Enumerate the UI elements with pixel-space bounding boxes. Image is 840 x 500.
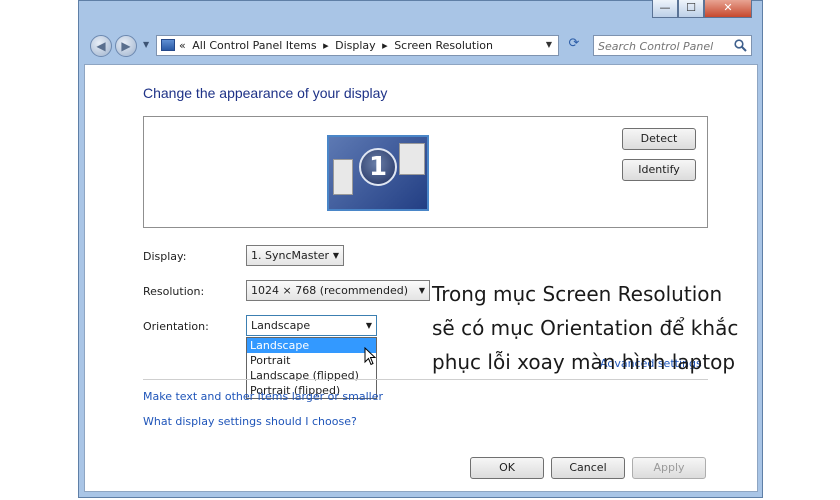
search-box[interactable] [593,35,752,56]
minimize-icon: — [659,1,671,14]
minimize-button[interactable]: — [652,0,678,18]
address-bar[interactable]: « All Control Panel Items ▸ Display ▸ Sc… [156,35,559,56]
back-button[interactable]: ◀ [90,35,112,57]
close-icon: ✕ [723,1,733,14]
breadcrumb-separator[interactable]: ▸ [382,39,388,52]
monitor-number-badge: 1 [359,148,397,186]
detect-button[interactable]: Detect [622,128,696,150]
monitor-preview-panel: 1 Detect Identify [143,116,708,228]
search-input[interactable] [596,38,730,54]
caption-line: Trong mục Screen Resolution [432,282,723,306]
address-dropdown-icon[interactable]: ▼ [546,40,552,49]
resolution-select[interactable]: 1024 × 768 (recommended) ▼ [246,280,430,301]
apply-button[interactable]: Apply [632,457,706,479]
breadcrumb-item-all-items[interactable]: All Control Panel Items [192,39,316,52]
back-arrow-icon: ◀ [96,39,106,53]
ok-button[interactable]: OK [470,457,544,479]
cancel-button[interactable]: Cancel [551,457,625,479]
breadcrumb-item-display[interactable]: Display [335,39,376,52]
maximize-button[interactable]: ☐ [678,0,704,18]
display-select-value: 1. SyncMaster [251,249,330,262]
maximize-icon: ☐ [686,1,696,14]
recent-pages-icon[interactable]: ▼ [143,40,149,49]
identify-button[interactable]: Identify [622,159,696,181]
dropdown-arrow-icon: ▼ [418,286,425,295]
forward-arrow-icon: ▶ [121,39,131,53]
window-thumbnail-left [333,159,353,195]
breadcrumb: « All Control Panel Items ▸ Display ▸ Sc… [179,39,496,52]
display-settings-help-link[interactable]: What display settings should I choose? [143,415,357,428]
orientation-option-landscape-flipped[interactable]: Landscape (flipped) [247,368,376,383]
breadcrumb-overflow[interactable]: « [179,39,186,52]
dropdown-arrow-icon: ▼ [365,321,372,330]
resolution-label: Resolution: [143,285,205,298]
mouse-pointer-icon [364,347,377,366]
dropdown-arrow-icon: ▼ [332,251,339,260]
forward-button[interactable]: ▶ [115,35,137,57]
search-icon[interactable] [734,39,747,52]
caption-line: phục lỗi xoay màn hình laptop [432,350,736,374]
orientation-select-value: Landscape [251,319,311,332]
window-thumbnail-right [399,143,425,175]
orientation-select[interactable]: Landscape ▼ [246,315,377,336]
caption-line: sẽ có mục Orientation để khắc [432,316,739,340]
orientation-option-portrait[interactable]: Portrait [247,353,376,368]
display-label: Display: [143,250,187,263]
resolution-select-value: 1024 × 768 (recommended) [251,284,409,297]
page-title: Change the appearance of your display [143,85,388,101]
breadcrumb-item-screen-resolution[interactable]: Screen Resolution [394,39,493,52]
divider [143,379,708,380]
refresh-icon[interactable]: ⟳ [564,36,584,55]
monitor-thumbnail[interactable]: 1 [327,135,429,211]
control-panel-icon [161,39,175,51]
overlay-caption: Trong mục Screen Resolution sẽ có mục Or… [432,277,762,379]
orientation-option-landscape[interactable]: Landscape [247,338,376,353]
display-select[interactable]: 1. SyncMaster ▼ [246,245,344,266]
breadcrumb-separator[interactable]: ▸ [323,39,329,52]
close-button[interactable]: ✕ [704,0,752,18]
make-text-larger-link[interactable]: Make text and other items larger or smal… [143,390,383,403]
orientation-label: Orientation: [143,320,209,333]
